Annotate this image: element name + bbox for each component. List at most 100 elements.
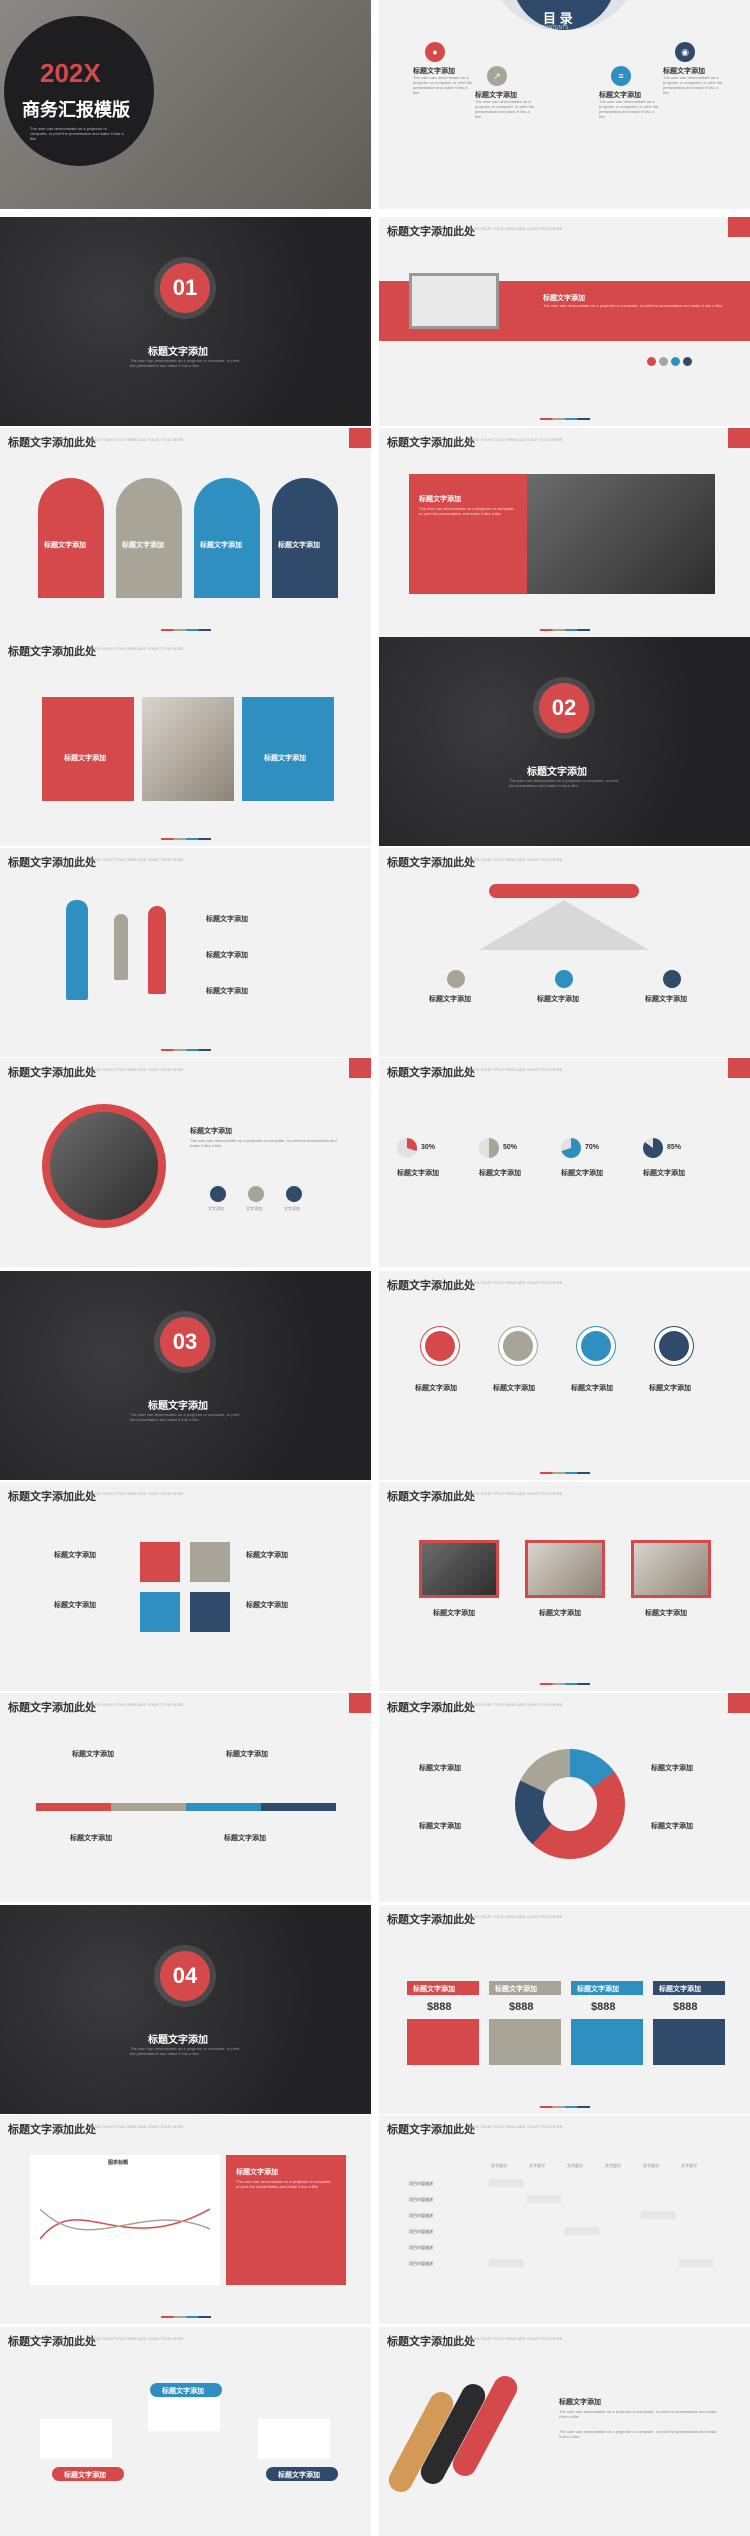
process-card-3 [258, 2419, 330, 2459]
contents-slide[interactable]: 目 录 CONTENTS ● 标题文字添加 The user can demon… [379, 0, 750, 209]
panel-body: The user can demonstrate on a projector … [419, 506, 515, 516]
table-cell [641, 2211, 675, 2219]
donut-title-4: 标题文字添加 [651, 1823, 693, 1830]
table-slide[interactable]: 标题文字添加此处 ADD YOUR TITLE HERE ADD YOUR TI… [379, 2115, 750, 2324]
section-bg [0, 217, 371, 426]
section-body: The user can demonstrate on a projector … [130, 2046, 240, 2056]
price-1: $888 [427, 2001, 452, 2013]
table-row-label-2: 项目内容描述 [409, 2197, 433, 2202]
process-card-1 [40, 2419, 112, 2459]
slide-header: 标题文字添加此处 [8, 1491, 96, 1503]
laptop-banner-slide[interactable]: 标题文字添加此处 ADD YOUR TITLE HERE ADD YOUR TI… [379, 217, 750, 426]
process-title-2: 标题文字添加 [162, 2388, 204, 2395]
donut-title-1: 标题文字添加 [419, 1765, 461, 1772]
pricing-slide[interactable]: 标题文字添加此处 ADD YOUR TITLE HERE ADD YOUR TI… [379, 1905, 750, 2114]
four-icons-slide[interactable]: 标题文字添加此处 ADD YOUR TITLE HERE ADD YOUR TI… [379, 1271, 750, 1480]
process-title-3: 标题文字添加 [278, 2472, 320, 2479]
section-02-slide[interactable]: 02 标题文字添加 The user can demonstrate on a … [379, 637, 750, 846]
price-body-1 [407, 2019, 479, 2065]
slide-header: 标题文字添加此处 [387, 1067, 475, 1079]
slide-header: 标题文字添加此处 [387, 1702, 475, 1714]
price-2: $888 [509, 2001, 534, 2013]
slide-header: 标题文字添加此处 [387, 437, 475, 449]
section-body: The user can demonstrate on a projector … [130, 358, 240, 368]
cover-slide[interactable]: 202X 商务汇报模版 The user can demonstrate on … [0, 0, 371, 209]
skateboards-slide[interactable]: 标题文字添加此处 ADD YOUR TITLE HERE ADD YOUR TI… [379, 2327, 750, 2536]
section-04-slide[interactable]: 04 标题文字添加 The user can demonstrate on a … [0, 1905, 371, 2114]
cover-black-disc [4, 16, 154, 166]
quad-tiles-slide[interactable]: 标题文字添加此处 ADD YOUR TITLE HERE ADD YOUR TI… [0, 1482, 371, 1691]
quad-red [140, 1542, 180, 1582]
desk-photo [527, 474, 715, 594]
slide-header-sub: ADD YOUR TITLE HERE ADD YOUR TITLE HERE [92, 646, 184, 651]
section-01-slide[interactable]: 01 标题文字添加 The user can demonstrate on a … [0, 217, 371, 426]
quad-gray [190, 1542, 230, 1582]
chart-lines [40, 2208, 210, 2240]
slide-header-sub: ADD YOUR TITLE HERE ADD YOUR TITLE HERE [92, 1491, 184, 1496]
section-number: 03 [160, 1317, 210, 1367]
contents-chart-icon: ↗ [487, 66, 507, 86]
tile-blue [242, 697, 334, 801]
process-title-1: 标题文字添加 [64, 2472, 106, 2479]
three-tiles-slide[interactable]: 标题文字添加此处 ADD YOUR TITLE HERE ADD YOUR TI… [0, 637, 371, 846]
circle-photo-slide[interactable]: 标题文字添加此处 ADD YOUR TITLE HERE ADD YOUR TI… [0, 1058, 371, 1267]
branch-title-3: 标题文字添加 [645, 996, 687, 1003]
quad-title-2: 标题文字添加 [246, 1552, 288, 1559]
percent-ring-1 [397, 1138, 417, 1158]
percent-2: 50% [503, 1144, 518, 1151]
slide-header: 标题文字添加此处 [387, 226, 475, 238]
percent-slide[interactable]: 标题文字添加此处 ADD YOUR TITLE HERE ADD YOUR TI… [379, 1058, 750, 1267]
slide-header-sub: ADD YOUR TITLE HERE ADD YOUR TITLE HERE [92, 2124, 184, 2129]
slide-header-sub: ADD YOUR TITLE HERE ADD YOUR TITLE HERE [471, 2336, 563, 2341]
red-panel-photo-slide[interactable]: 标题文字添加此处 ADD YOUR TITLE HERE ADD YOUR TI… [379, 428, 750, 637]
footer-color-line [160, 1049, 211, 1051]
donut-title-2: 标题文字添加 [651, 1765, 693, 1772]
contents-item-3-body: The user can demonstrate on a projector … [599, 99, 659, 119]
slide-header: 标题文字添加此处 [8, 646, 96, 658]
header-red-tab [728, 217, 750, 237]
contents-person-icon: ● [425, 42, 445, 62]
banner-body: The user can demonstrate on a projector … [543, 303, 722, 308]
percent-ring-3 [561, 1138, 581, 1158]
section-title: 标题文字添加 [148, 347, 208, 358]
contents-item-2-body: The user can demonstrate on a projector … [475, 99, 535, 119]
skate-body: The user can demonstrate on a projector … [559, 2409, 717, 2419]
photo-2 [525, 1540, 605, 1598]
four-cards-slide[interactable]: 标题文字添加此处 ADD YOUR TITLE HERE ADD YOUR TI… [0, 428, 371, 637]
footer-color-line [539, 629, 590, 631]
line-chart-slide[interactable]: 标题文字添加此处 ADD YOUR TITLE HERE ADD YOUR TI… [0, 2115, 371, 2324]
man-silhouette [66, 900, 88, 1000]
section-bg [379, 637, 750, 846]
process-slide[interactable]: 标题文字添加此处 ADD YOUR TITLE HERE ADD YOUR TI… [0, 2327, 371, 2536]
people-item-1: 标题文字添加 [206, 916, 248, 923]
feature-label-1: 文字添加 [208, 1206, 224, 1211]
three-photos-slide[interactable]: 标题文字添加此处 ADD YOUR TITLE HERE ADD YOUR TI… [379, 1482, 750, 1691]
people-item-3: 标题文字添加 [206, 988, 248, 995]
photo-1 [419, 1540, 499, 1598]
photo-3 [631, 1540, 711, 1598]
header-red-tab [349, 1058, 371, 1078]
header-red-tab [728, 428, 750, 448]
timeline-title-1: 标题文字添加 [72, 1751, 114, 1758]
quad-navy [190, 1592, 230, 1632]
photo-title-2: 标题文字添加 [539, 1610, 581, 1617]
slide-header: 标题文字添加此处 [387, 1914, 475, 1926]
table-cell [679, 2259, 713, 2267]
timeline-slide[interactable]: 标题文字添加此处 ADD YOUR TITLE HERE ADD YOUR TI… [0, 1693, 371, 1902]
section-bg [0, 1905, 371, 2114]
percent-title-4: 标题文字添加 [643, 1170, 685, 1177]
table-header-4: 文字部分 [605, 2163, 621, 2168]
card-4-title: 标题文字添加 [278, 542, 320, 549]
table-cell [489, 2259, 523, 2267]
process-card-2 [148, 2391, 220, 2431]
tile-red [42, 697, 134, 801]
slide-header: 标题文字添加此处 [387, 1491, 475, 1503]
arrow-branch-slide[interactable]: 标题文字添加此处 ADD YOUR TITLE HERE ADD YOUR TI… [379, 848, 750, 1057]
feature-label-3: 文字添加 [284, 1206, 300, 1211]
donut-slide[interactable]: 标题文字添加此处 ADD YOUR TITLE HERE ADD YOUR TI… [379, 1693, 750, 1902]
business-people-slide[interactable]: 标题文字添加此处 ADD YOUR TITLE HERE ADD YOUR TI… [0, 848, 371, 1057]
share-icon-3 [671, 357, 680, 366]
section-03-slide[interactable]: 03 标题文字添加 The user can demonstrate on a … [0, 1271, 371, 1480]
slide-header: 标题文字添加此处 [8, 1067, 96, 1079]
icon-person [425, 1331, 455, 1361]
